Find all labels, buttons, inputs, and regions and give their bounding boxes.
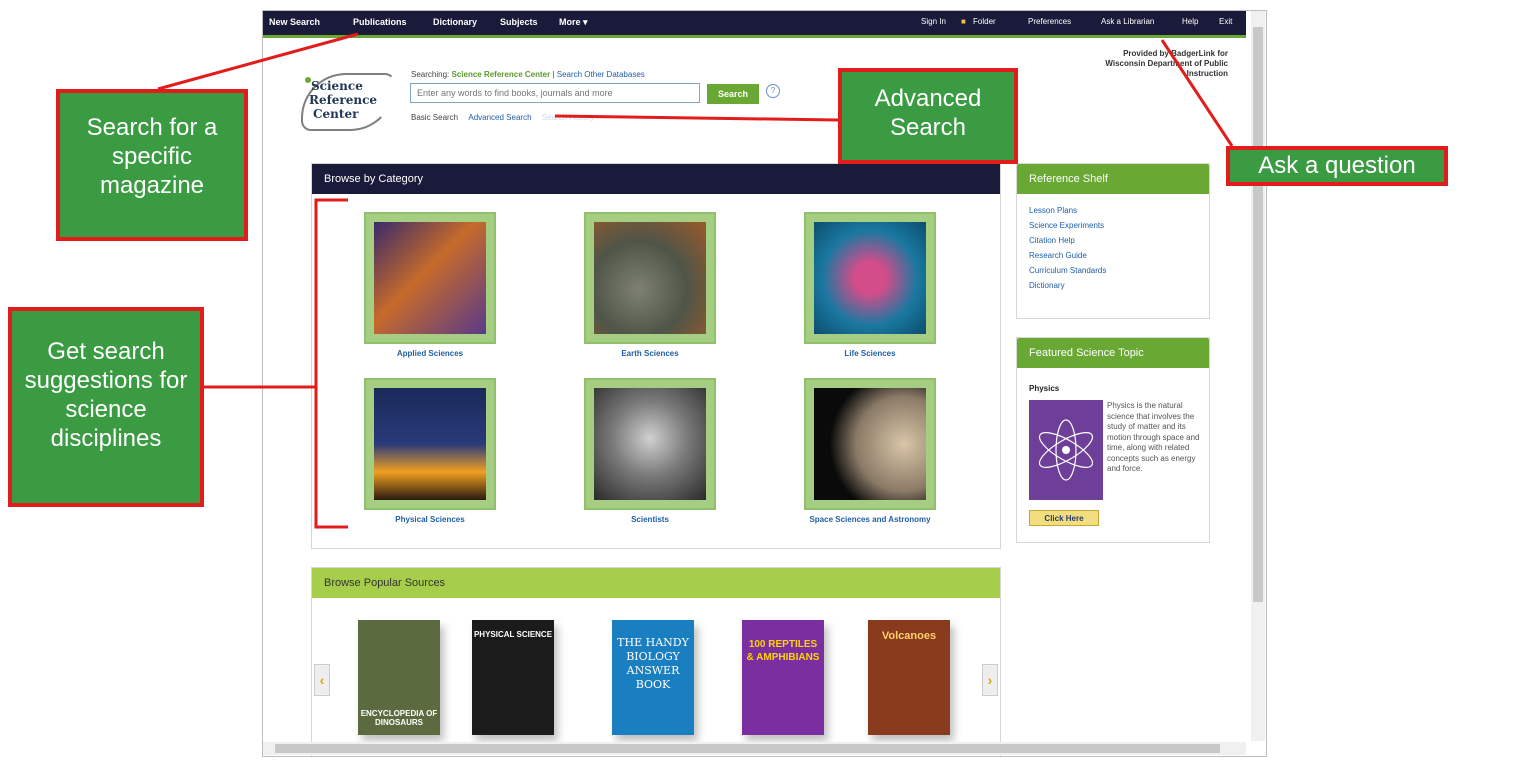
book-cover[interactable]: ENCYCLOPEDIA OF DINOSAURS (358, 620, 440, 735)
search-other-databases-link[interactable]: Search Other Databases (557, 70, 645, 79)
callout-advanced-search: Advanced Search (838, 68, 1018, 164)
scientist-portrait-image (594, 388, 706, 500)
category-space-sciences[interactable]: Space Sciences and Astronomy (804, 378, 936, 524)
featured-topic-name: Physics (1029, 384, 1060, 393)
jupiter-image (814, 388, 926, 500)
vertical-scroll-thumb[interactable] (1253, 27, 1263, 602)
category-physical-sciences[interactable]: Physical Sciences (364, 378, 496, 524)
top-navigation-bar: New Search Publications Dictionary Subje… (263, 11, 1246, 38)
browse-by-category-panel: Browse by Category Applied Sciences Eart… (311, 163, 1001, 549)
power-plant-image (374, 388, 486, 500)
circuit-image (374, 222, 486, 334)
category-label[interactable]: Earth Sciences (584, 349, 716, 358)
ref-link-science-experiments[interactable]: Science Experiments (1029, 221, 1209, 230)
category-label[interactable]: Physical Sciences (364, 515, 496, 524)
screenshot-frame: New Search Publications Dictionary Subje… (262, 10, 1267, 757)
reference-shelf-title: Reference Shelf (1017, 164, 1209, 194)
help-icon[interactable]: ? (766, 84, 780, 98)
category-label[interactable]: Life Sciences (804, 349, 936, 358)
nav-more[interactable]: More ▾ (559, 17, 588, 28)
logo-text-center: Center (313, 107, 359, 121)
category-earth-sciences[interactable]: Earth Sciences (584, 212, 716, 358)
nav-preferences[interactable]: Preferences (1028, 17, 1071, 26)
search-input[interactable] (410, 83, 700, 103)
category-life-sciences[interactable]: Life Sciences (804, 212, 936, 358)
logo-text-science: Science (311, 79, 363, 93)
search-button[interactable]: Search (707, 84, 759, 104)
reference-shelf-list: Lesson Plans Science Experiments Citatio… (1029, 206, 1209, 290)
category-applied-sciences[interactable]: Applied Sciences (364, 212, 496, 358)
science-reference-center-logo[interactable]: Science Reference Center (301, 73, 395, 131)
physics-atom-image (1029, 400, 1103, 500)
featured-topic-title: Featured Science Topic (1017, 338, 1209, 368)
book-cover[interactable]: 100 REPTILES & AMPHIBIANS (742, 620, 824, 735)
callout-search-suggestions: Get search suggestions for science disci… (8, 307, 204, 507)
chromosomes-image (814, 222, 926, 334)
ref-link-curriculum-standards[interactable]: Curriculum Standards (1029, 266, 1209, 275)
searching-database: Science Reference Center (451, 70, 551, 79)
logo-text-reference: Reference (309, 93, 378, 107)
category-label[interactable]: Space Sciences and Astronomy (804, 515, 936, 524)
nav-exit[interactable]: Exit (1219, 17, 1232, 26)
callout-search-magazine: Search for a specific magazine (56, 89, 248, 241)
folder-icon[interactable]: ■ (961, 17, 966, 26)
nav-dictionary[interactable]: Dictionary (433, 17, 477, 27)
browse-popular-sources-panel: Browse Popular Sources ‹ › ENCYCLOPEDIA … (311, 567, 1001, 756)
nav-new-search[interactable]: New Search (269, 17, 320, 27)
ref-link-lesson-plans[interactable]: Lesson Plans (1029, 206, 1209, 215)
horizontal-scrollbar[interactable] (263, 742, 1246, 755)
searching-line: Searching: Science Reference Center | Se… (411, 70, 645, 79)
provided-by-text: Provided by BadgerLink for Wisconsin Dep… (1105, 49, 1228, 78)
ref-link-dictionary[interactable]: Dictionary (1029, 281, 1209, 290)
book-cover[interactable]: PHYSICAL SCIENCE (472, 620, 554, 735)
vertical-scrollbar[interactable] (1251, 11, 1265, 741)
carousel-prev-arrow-icon[interactable]: ‹ (314, 664, 330, 696)
featured-topic-description: Physics is the natural science that invo… (1107, 401, 1200, 473)
rocks-image (594, 222, 706, 334)
nav-sign-in[interactable]: Sign In (921, 17, 946, 26)
nav-publications[interactable]: Publications (353, 17, 407, 27)
category-label[interactable]: Applied Sciences (364, 349, 496, 358)
book-title: PHYSICAL SCIENCE (473, 630, 553, 639)
callout-ask-question: Ask a question (1226, 146, 1448, 186)
book-cover[interactable]: THE HANDY BIOLOGY ANSWER BOOK (612, 620, 694, 735)
category-scientists[interactable]: Scientists (584, 378, 716, 524)
book-cover[interactable]: Volcanoes (868, 620, 950, 735)
nav-subjects[interactable]: Subjects (500, 17, 538, 27)
horizontal-scroll-thumb[interactable] (275, 744, 1220, 753)
book-title: ENCYCLOPEDIA OF DINOSAURS (360, 709, 438, 727)
click-here-button[interactable]: Click Here (1029, 510, 1099, 526)
search-history-link[interactable]: Search History (542, 113, 594, 122)
ref-link-research-guide[interactable]: Research Guide (1029, 251, 1209, 260)
book-title: THE HANDY BIOLOGY ANSWER BOOK (617, 636, 689, 691)
book-title: 100 REPTILES & AMPHIBIANS (746, 639, 820, 663)
nav-ask-a-librarian[interactable]: Ask a Librarian (1101, 17, 1154, 26)
advanced-search-link[interactable]: Advanced Search (468, 113, 531, 122)
nav-folder[interactable]: Folder (973, 17, 996, 26)
category-label[interactable]: Scientists (584, 515, 716, 524)
browse-popular-sources-title: Browse Popular Sources (312, 568, 1000, 598)
search-mode-links: Basic Search Advanced Search Search Hist… (411, 113, 594, 122)
carousel-next-arrow-icon[interactable]: › (982, 664, 998, 696)
searching-prefix: Searching: (411, 70, 450, 79)
browse-by-category-title: Browse by Category (312, 164, 1000, 194)
ref-link-citation-help[interactable]: Citation Help (1029, 236, 1209, 245)
reference-shelf-panel: Reference Shelf Lesson Plans Science Exp… (1016, 163, 1210, 319)
featured-topic-panel: Featured Science Topic Physics Physics i… (1016, 337, 1210, 543)
nav-help[interactable]: Help (1182, 17, 1198, 26)
basic-search-link[interactable]: Basic Search (411, 113, 458, 122)
book-title: Volcanoes (881, 630, 937, 642)
